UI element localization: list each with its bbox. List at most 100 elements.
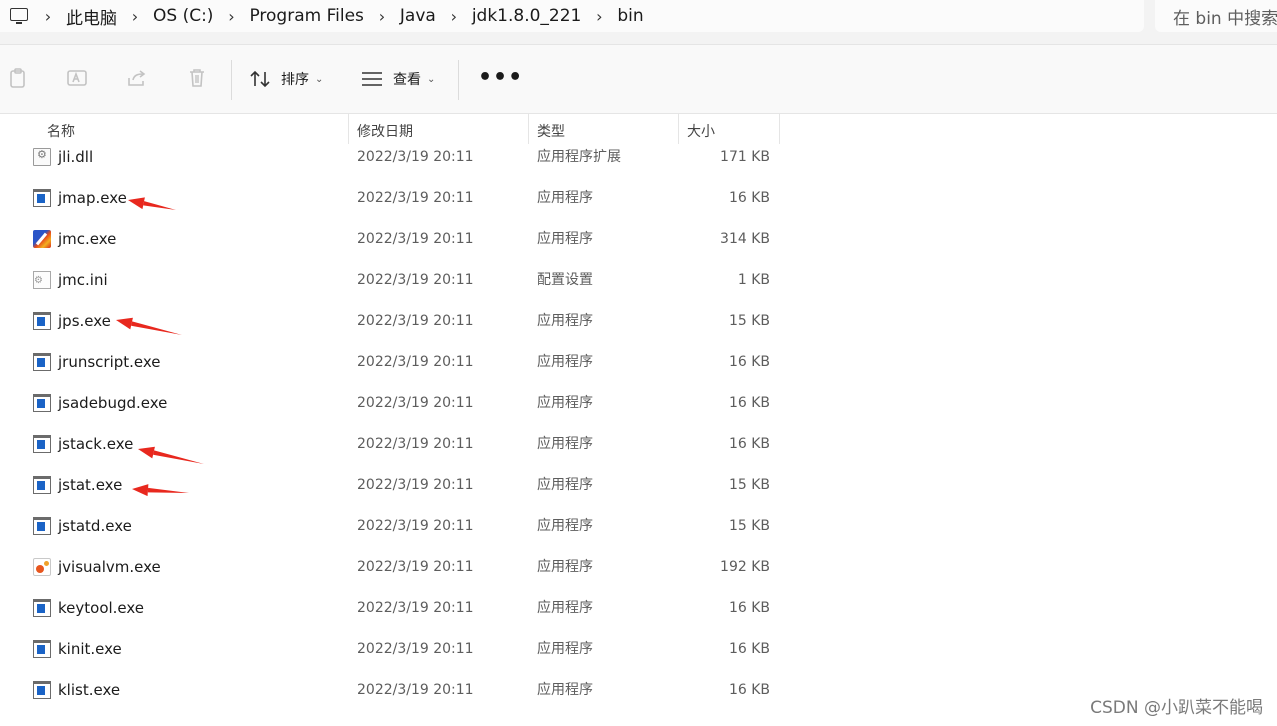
sort-label: 排序 — [281, 72, 309, 88]
file-name[interactable]: jli.dll — [58, 137, 93, 178]
file-type: 应用程序 — [537, 518, 593, 534]
chevron-right-icon[interactable]: › — [213, 7, 249, 26]
exe-icon — [33, 312, 51, 330]
view-label: 查看 — [393, 72, 421, 88]
exe-icon — [33, 640, 51, 658]
file-type: 应用程序 — [537, 682, 593, 698]
file-date: 2022/3/19 20:11 — [357, 518, 474, 534]
chevron-right-icon[interactable]: › — [117, 7, 153, 26]
file-size: 16 KB — [728, 600, 770, 616]
chevron-right-icon[interactable]: › — [364, 7, 400, 26]
file-size: 16 KB — [728, 436, 770, 452]
file-size: 16 KB — [728, 354, 770, 370]
clipboard-icon — [10, 68, 25, 88]
file-row[interactable]: kinit.exe 2022/3/19 20:11 应用程序 16 KB — [0, 629, 780, 670]
chevron-down-icon: ⌄ — [315, 73, 324, 85]
file-date: 2022/3/19 20:11 — [357, 149, 474, 165]
computer-icon[interactable] — [10, 8, 30, 24]
file-row[interactable]: jrunscript.exe 2022/3/19 20:11 应用程序 16 KB — [0, 342, 780, 383]
exe-icon — [33, 353, 51, 371]
exe-icon — [33, 681, 51, 699]
file-name[interactable]: jmc.exe — [58, 219, 116, 260]
rename-button[interactable] — [66, 67, 90, 91]
file-type: 应用程序 — [537, 641, 593, 657]
address-bar: › 此电脑 › OS (C:) › Program Files › Java ›… — [0, 0, 1277, 44]
share-button[interactable] — [126, 67, 150, 91]
search-input[interactable]: 在 bin 中搜索 — [1155, 0, 1277, 32]
file-name[interactable]: jstat.exe — [58, 465, 122, 506]
file-date: 2022/3/19 20:11 — [357, 436, 474, 452]
breadcrumb-jdk[interactable]: jdk1.8.0_221 — [472, 6, 582, 26]
file-size: 314 KB — [720, 231, 770, 247]
file-type: 应用程序 — [537, 600, 593, 616]
file-row[interactable]: jstat.exe 2022/3/19 20:11 应用程序 15 KB — [0, 465, 780, 506]
file-row[interactable]: jli.dll 2022/3/19 20:11 应用程序扩展 171 KB — [0, 137, 780, 178]
file-type: 应用程序 — [537, 477, 593, 493]
copy-button[interactable] — [7, 67, 31, 91]
file-name[interactable]: jsadebugd.exe — [58, 383, 167, 424]
view-button[interactable]: 查看 ⌄ — [361, 69, 435, 89]
chevron-right-icon[interactable]: › — [581, 7, 617, 26]
file-size: 15 KB — [728, 477, 770, 493]
file-date: 2022/3/19 20:11 — [357, 272, 474, 288]
file-type: 应用程序 — [537, 313, 593, 329]
file-type: 应用程序扩展 — [537, 149, 621, 165]
chevron-right-icon[interactable]: › — [30, 7, 66, 26]
file-name[interactable]: jrunscript.exe — [58, 342, 161, 383]
chevron-right-icon[interactable]: › — [436, 7, 472, 26]
file-row[interactable]: jstack.exe 2022/3/19 20:11 应用程序 16 KB — [0, 424, 780, 465]
file-size: 16 KB — [728, 682, 770, 698]
file-date: 2022/3/19 20:11 — [357, 395, 474, 411]
file-date: 2022/3/19 20:11 — [357, 313, 474, 329]
file-name[interactable]: jmc.ini — [58, 260, 108, 301]
file-name[interactable]: kinit.exe — [58, 629, 122, 670]
breadcrumb-this-pc[interactable]: 此电脑 — [66, 4, 117, 29]
file-date: 2022/3/19 20:11 — [357, 354, 474, 370]
jmc-icon — [33, 230, 51, 248]
file-name[interactable]: jstack.exe — [58, 424, 133, 465]
file-name[interactable]: jstatd.exe — [58, 506, 132, 547]
file-type: 应用程序 — [537, 190, 593, 206]
file-size: 15 KB — [728, 313, 770, 329]
file-name[interactable]: keytool.exe — [58, 588, 144, 629]
file-row[interactable]: jps.exe 2022/3/19 20:11 应用程序 15 KB — [0, 301, 780, 342]
file-row[interactable]: jmc.ini 2022/3/19 20:11 配置设置 1 KB — [0, 260, 780, 301]
toolbar-divider — [231, 60, 232, 100]
trash-icon — [190, 69, 204, 87]
sort-button[interactable]: 排序 ⌄ — [249, 69, 323, 89]
file-name[interactable]: jvisualvm.exe — [58, 547, 161, 588]
file-row[interactable]: jstatd.exe 2022/3/19 20:11 应用程序 15 KB — [0, 506, 780, 547]
file-date: 2022/3/19 20:11 — [357, 600, 474, 616]
file-type: 配置设置 — [537, 272, 593, 288]
toolbar-divider — [458, 60, 459, 100]
file-size: 15 KB — [728, 518, 770, 534]
file-type: 应用程序 — [537, 231, 593, 247]
file-name[interactable]: jps.exe — [58, 301, 111, 342]
breadcrumb-java[interactable]: Java — [400, 6, 436, 26]
file-size: 1 KB — [737, 272, 770, 288]
breadcrumb[interactable]: › 此电脑 › OS (C:) › Program Files › Java ›… — [0, 0, 1144, 32]
breadcrumb-program-files[interactable]: Program Files — [249, 6, 363, 26]
chevron-down-icon: ⌄ — [427, 73, 436, 85]
file-name[interactable]: jmap.exe — [58, 178, 127, 219]
file-size: 171 KB — [720, 149, 770, 165]
watermark: CSDN @小趴菜不能喝 — [1090, 698, 1263, 718]
delete-button[interactable] — [186, 67, 210, 91]
file-date: 2022/3/19 20:11 — [357, 559, 474, 575]
dll-icon — [33, 148, 51, 166]
file-size: 16 KB — [728, 395, 770, 411]
file-name[interactable]: klist.exe — [58, 670, 120, 711]
more-options-button[interactable]: ••• — [478, 65, 523, 90]
file-row[interactable]: jmap.exe 2022/3/19 20:11 应用程序 16 KB — [0, 178, 780, 219]
file-row[interactable]: jmc.exe 2022/3/19 20:11 应用程序 314 KB — [0, 219, 780, 260]
file-type: 应用程序 — [537, 559, 593, 575]
exe-icon — [33, 394, 51, 412]
file-row[interactable]: jvisualvm.exe 2022/3/19 20:11 应用程序 192 KB — [0, 547, 780, 588]
file-row[interactable]: klist.exe 2022/3/19 20:11 应用程序 16 KB — [0, 670, 780, 711]
breadcrumb-drive-c[interactable]: OS (C:) — [153, 6, 213, 26]
file-row[interactable]: jsadebugd.exe 2022/3/19 20:11 应用程序 16 KB — [0, 383, 780, 424]
file-row[interactable]: keytool.exe 2022/3/19 20:11 应用程序 16 KB — [0, 588, 780, 629]
file-size: 192 KB — [720, 559, 770, 575]
breadcrumb-bin[interactable]: bin — [617, 6, 643, 26]
file-type: 应用程序 — [537, 354, 593, 370]
